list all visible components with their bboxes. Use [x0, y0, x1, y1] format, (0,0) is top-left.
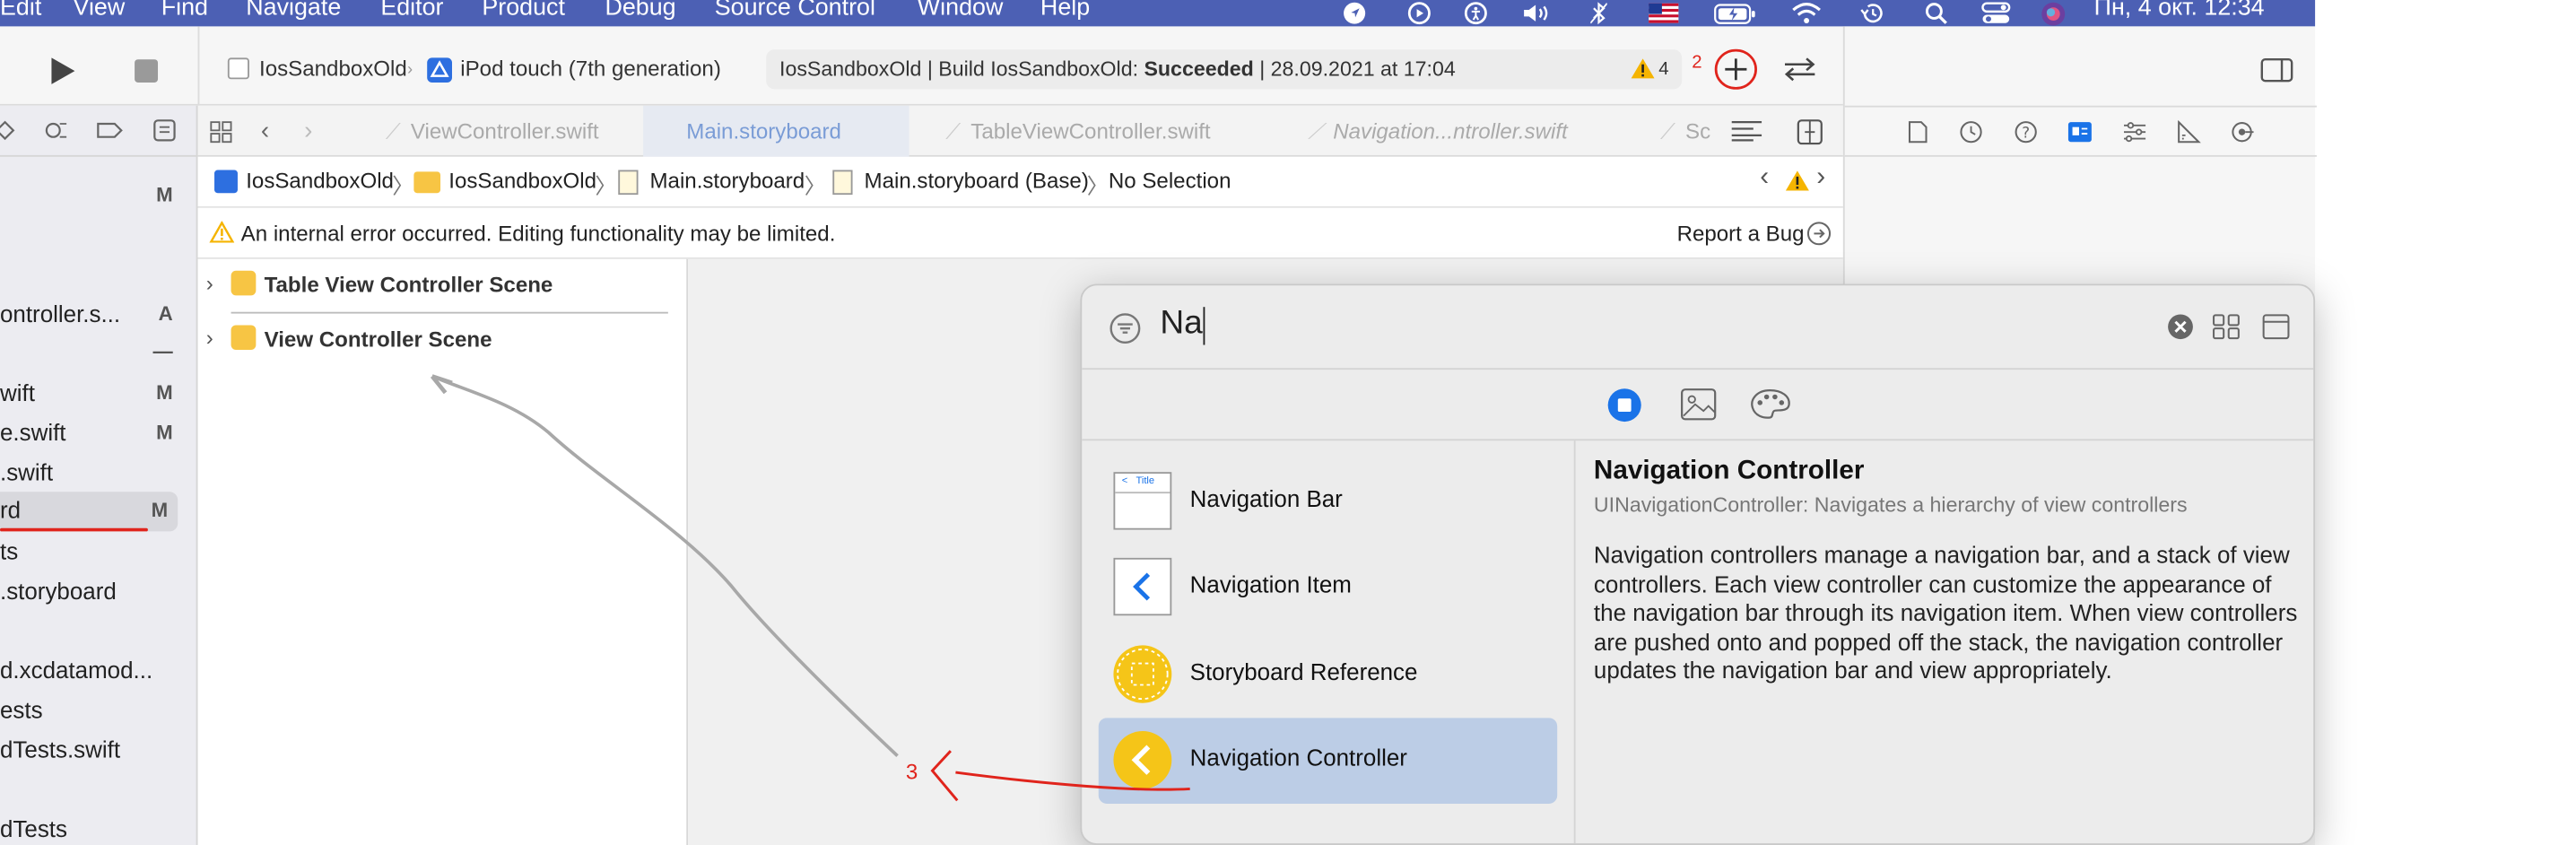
red-arrow-annotation — [955, 771, 1190, 791]
annotation-overlay — [430, 374, 1190, 802]
annotation-3: 3 — [905, 759, 918, 784]
red-arrowhead-icon — [930, 750, 959, 802]
gray-drag-arrow — [439, 378, 899, 757]
